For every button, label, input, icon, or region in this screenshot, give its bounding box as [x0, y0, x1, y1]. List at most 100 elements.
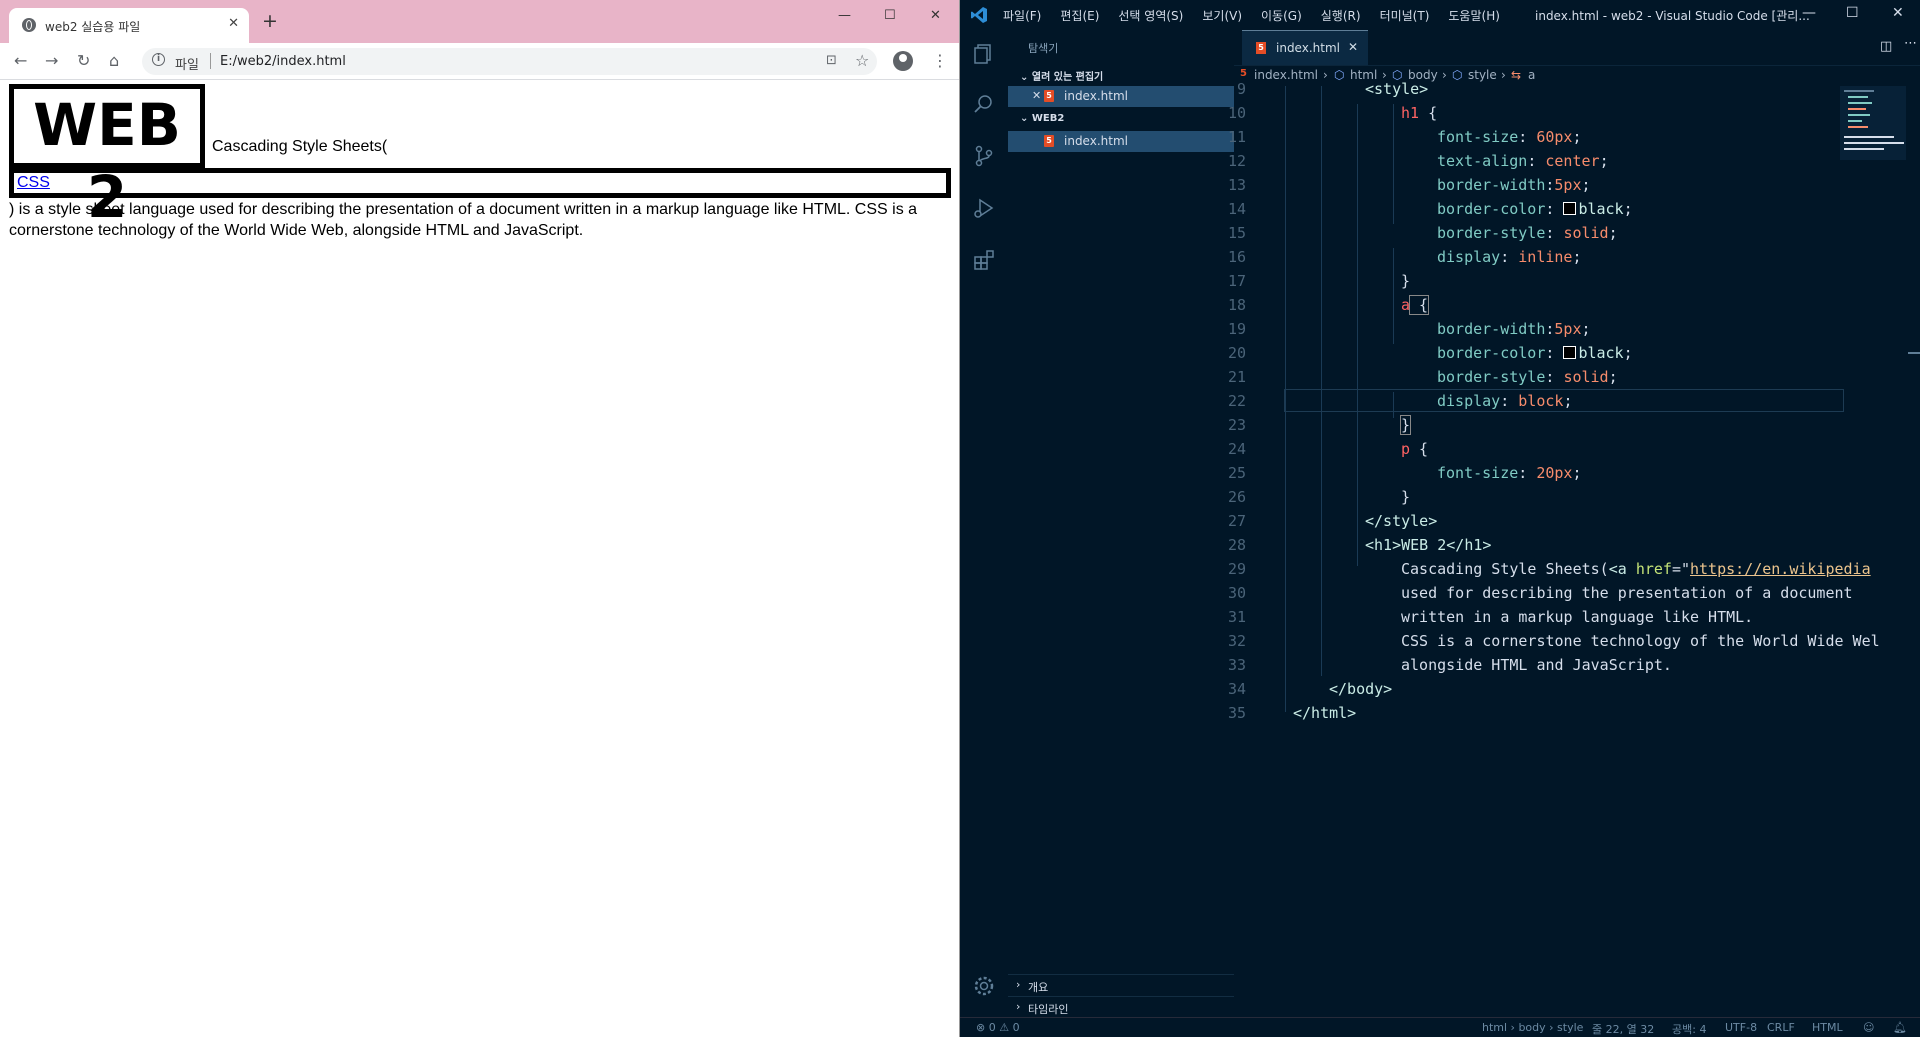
url-text[interactable]: E:/web2/index.html — [220, 54, 346, 69]
line-ending[interactable]: CRLF — [1767, 1021, 1795, 1034]
translate-icon[interactable]: ⊡ — [826, 53, 837, 68]
breadcrumb-a[interactable]: a — [1528, 68, 1535, 82]
minimize-icon[interactable]: — — [1802, 5, 1816, 21]
html-file-icon: 5 — [1256, 42, 1266, 54]
chevron-right-icon: › — [1501, 68, 1506, 82]
reload-icon[interactable]: ↻ — [77, 51, 90, 70]
line-number: 31 — [1227, 608, 1246, 626]
code-token: <h1>WEB 2</h1> — [1365, 536, 1492, 554]
menu-item-help[interactable]: 도움말(H) — [1448, 7, 1500, 24]
code-line-29: Cascading Style Sheets(<a href="https://… — [1401, 560, 1871, 578]
back-icon[interactable]: ← — [14, 51, 27, 70]
menu-item-run[interactable]: 실행(R) — [1321, 7, 1361, 24]
code-line-20: border-color: black; — [1437, 344, 1633, 362]
menu-item-go[interactable]: 이동(G) — [1261, 7, 1302, 24]
code-line-32: CSS is a cornerstone technology of the W… — [1401, 632, 1880, 650]
bell-icon[interactable]: 🔔︎ — [1893, 1021, 1907, 1034]
forward-icon[interactable]: → — [45, 51, 58, 70]
menu-item-file[interactable]: 파일(F) — [1003, 7, 1041, 24]
problems-indicator[interactable]: ⊗ 0 ⚠ 0 — [976, 1021, 1020, 1034]
address-bar[interactable]: i 파일 E:/web2/index.html ⊡ ☆ — [142, 48, 877, 75]
code-token: </style> — [1365, 512, 1438, 530]
menu-item-view[interactable]: 보기(V) — [1202, 7, 1242, 24]
line-number: 26 — [1227, 488, 1246, 506]
code-token: solid — [1563, 368, 1609, 386]
workspace-header[interactable]: ⌄ WEB2 — [1020, 113, 1064, 124]
code-token: solid — [1563, 224, 1609, 242]
line-number: 22 — [1227, 392, 1246, 410]
code-line-22: display: block; — [1437, 392, 1573, 410]
info-icon[interactable]: i — [152, 53, 165, 66]
code-token: display — [1437, 392, 1501, 410]
more-actions-icon[interactable]: ⋯ — [1904, 36, 1917, 51]
maximize-icon[interactable]: ☐ — [884, 8, 896, 23]
tab-index-html[interactable]: 5 index.html ✕ — [1242, 30, 1368, 65]
code-token: } — [1399, 415, 1412, 435]
minimize-icon[interactable]: — — [838, 8, 851, 23]
close-icon[interactable]: ✕ — [930, 8, 941, 23]
language-mode[interactable]: HTML — [1812, 1021, 1843, 1034]
minimap[interactable] — [1840, 86, 1910, 166]
html-file-icon: 5 — [1044, 135, 1054, 147]
code-token: https://en.wikipedia — [1690, 560, 1871, 578]
kebab-menu-icon[interactable]: ⋮ — [932, 51, 948, 70]
color-swatch[interactable] — [1563, 346, 1577, 359]
line-number: 9 — [1236, 80, 1246, 98]
code-line-17: } — [1401, 272, 1410, 290]
line-number: 10 — [1227, 104, 1246, 122]
workspace-file-item[interactable]: 5 index.html — [1008, 131, 1234, 152]
browser-tab[interactable]: web2 실습용 파일 ✕ — [9, 8, 249, 43]
line-number: 24 — [1227, 440, 1246, 458]
new-tab-button[interactable]: + — [262, 12, 278, 31]
open-editor-item[interactable]: ✕ 5 index.html — [1008, 86, 1234, 107]
source-control-icon[interactable] — [972, 144, 996, 168]
star-icon[interactable]: ☆ — [855, 51, 869, 70]
line-number: 21 — [1227, 368, 1246, 386]
breadcrumb-style[interactable]: style — [1468, 68, 1497, 82]
code-token: </body> — [1329, 680, 1393, 698]
close-icon[interactable]: ✕ — [1032, 89, 1041, 102]
maximize-icon[interactable]: ☐ — [1846, 5, 1859, 21]
gear-icon[interactable] — [972, 974, 996, 998]
close-icon[interactable]: ✕ — [1892, 5, 1904, 21]
code-token: border-width — [1437, 320, 1546, 338]
outline-section[interactable]: › 개요 — [1008, 974, 1234, 997]
split-editor-icon[interactable]: ◫ — [1880, 39, 1892, 54]
indent-guide — [1321, 86, 1322, 676]
explorer-icon[interactable] — [972, 42, 996, 66]
browser-window: web2 실습용 파일 ✕ + — ☐ ✕ ← → ↻ ⌂ i 파일 E:/we… — [0, 0, 960, 1037]
element-icon: ⬡ — [1452, 68, 1463, 82]
code-line-30: used for describing the presentation of … — [1401, 584, 1853, 602]
code-editor[interactable]: 9 <style> 10 h1 { 11 font-size: 60px; 12… — [1228, 80, 1880, 1016]
tab-close-icon[interactable]: ✕ — [228, 16, 239, 31]
chevron-right-icon: › — [1016, 978, 1021, 991]
extensions-icon[interactable] — [972, 248, 996, 272]
file-name: index.html — [1064, 89, 1128, 103]
breadcrumb-file[interactable]: index.html — [1254, 68, 1318, 82]
avatar[interactable] — [893, 51, 913, 71]
color-swatch[interactable] — [1563, 202, 1577, 215]
activity-bar — [960, 30, 1008, 1017]
line-number: 29 — [1227, 560, 1246, 578]
menu-item-selection[interactable]: 선택 영역(S) — [1118, 7, 1183, 24]
home-icon[interactable]: ⌂ — [109, 51, 119, 70]
vscode-logo-icon — [971, 7, 987, 23]
code-token: } — [1401, 488, 1411, 506]
feedback-icon[interactable]: ☺ — [1863, 1021, 1874, 1034]
explorer-sidebar: 탐색기 ⌄ 열려 있는 편집기 ✕ 5 index.html ⌄ WEB2 5 … — [1008, 30, 1234, 1017]
cursor-position[interactable]: 줄 22, 열 32 — [1592, 1021, 1654, 1037]
line-number: 23 — [1227, 416, 1246, 434]
open-editors-header[interactable]: ⌄ 열려 있는 편집기 — [1020, 68, 1103, 83]
scrollbar-marker[interactable] — [1908, 352, 1920, 354]
code-token: border-style — [1437, 368, 1546, 386]
css-link[interactable]: CSS — [9, 168, 951, 198]
menu-item-edit[interactable]: 편집(E) — [1060, 7, 1099, 24]
run-debug-icon[interactable] — [972, 196, 996, 220]
menu-item-terminal[interactable]: 터미널(T) — [1380, 7, 1430, 24]
indentation[interactable]: 공백: 4 — [1672, 1021, 1706, 1037]
encoding[interactable]: UTF-8 — [1725, 1021, 1757, 1034]
chevron-right-icon: › — [1442, 68, 1447, 82]
close-icon[interactable]: ✕ — [1348, 40, 1358, 54]
search-icon[interactable] — [972, 92, 996, 116]
timeline-section[interactable]: › 타임라인 — [1008, 996, 1234, 1019]
